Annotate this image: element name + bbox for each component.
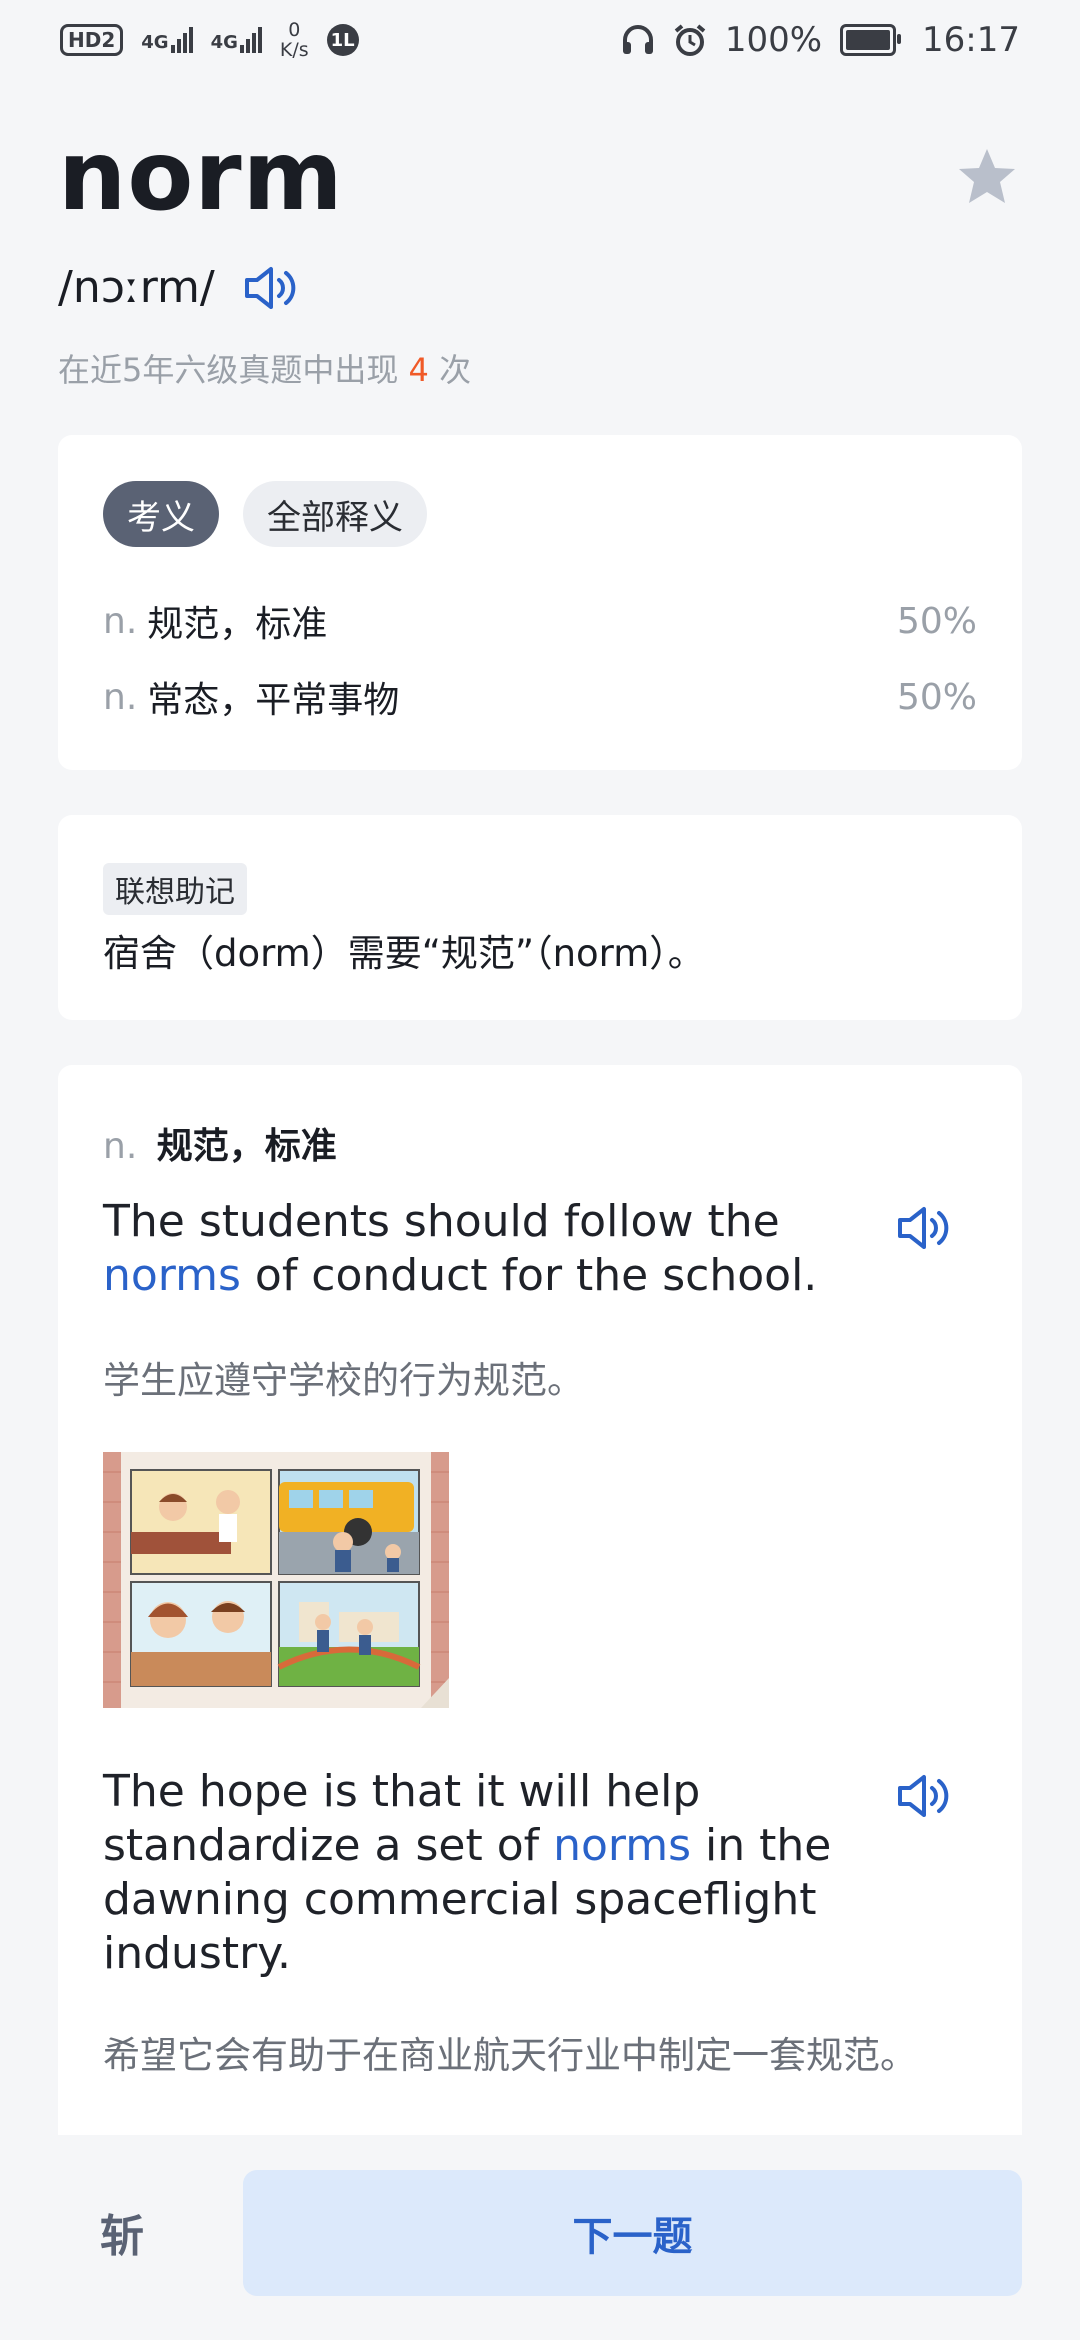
phonetic-text: /nɔːrm/	[58, 262, 215, 313]
tab-all-meanings[interactable]: 全部释义	[243, 481, 427, 547]
skip-button[interactable]: 斩	[100, 2200, 144, 2264]
mnemonic-card: 联想助记 宿舍（dorm）需要“规范”（norm）。	[58, 815, 1022, 1020]
mnemonic-tag: 联想助记	[103, 863, 247, 915]
headphones-icon	[622, 25, 653, 54]
example-sentence-en: The students should follow the norms of …	[103, 1196, 818, 1301]
phonetic-row: /nɔːrm/	[58, 262, 299, 313]
signal-icon: 4G	[141, 27, 193, 53]
definition-tabs: 考义 全部释义	[103, 481, 427, 547]
example-translation-cn: 希望它会有助于在商业航天行业中制定一套规范。	[103, 2034, 917, 2077]
part-of-speech: n.	[103, 1126, 138, 1167]
example-sentence-en: The hope is that it will help standardiz…	[103, 1766, 832, 1979]
battery-icon	[840, 24, 902, 56]
star-icon[interactable]	[955, 145, 1019, 209]
tab-exam-meaning[interactable]: 考义	[103, 481, 219, 547]
highlighted-word: norms	[553, 1820, 692, 1871]
part-of-speech: n.	[103, 676, 138, 718]
word-title: norm	[58, 120, 344, 232]
speaker-icon[interactable]	[896, 1203, 952, 1253]
exam-count: 4	[408, 351, 429, 389]
example-meaning: 规范，标准	[156, 1126, 337, 1167]
network-speed: 0 K/s	[279, 19, 309, 61]
clock: 16:17	[922, 20, 1020, 60]
alarm-icon	[674, 24, 706, 56]
status-left: HD2 4G 4G 0 K/s 1L	[60, 20, 359, 60]
status-right: 100% 16:17	[621, 20, 1020, 60]
exam-frequency-note: 在近5年六级真题中出现 4 次	[58, 351, 472, 389]
definition-meaning: 常态，平常事物	[147, 680, 400, 721]
example-translation-cn: 学生应遵守学校的行为规范。	[103, 1359, 584, 1402]
speaker-icon[interactable]	[243, 263, 299, 313]
example-illustration	[103, 1452, 449, 1708]
definition-percentage: 50%	[896, 600, 977, 642]
example-card: n. 规范，标准 The students should follow the …	[58, 1065, 1022, 2135]
highlighted-word: norms	[103, 1250, 241, 1301]
signal-icon-2: 4G	[211, 27, 262, 53]
example-heading: n. 规范，标准	[103, 1117, 337, 1169]
hd-icon: HD2	[60, 24, 124, 56]
definition-meaning: 规范，标准	[147, 604, 328, 645]
definition-row: n. 规范，标准 50%	[103, 595, 977, 647]
definition-card: 考义 全部释义 n. 规范，标准 50% n. 常态，平常事物 50%	[58, 435, 1022, 770]
mnemonic-text: 宿舍（dorm）需要“规范”（norm）。	[103, 932, 705, 975]
notification-badge-icon: 1L	[326, 24, 359, 56]
next-question-button[interactable]: 下一题	[243, 2170, 1022, 2296]
status-bar: HD2 4G 4G 0 K/s 1L 100% 16:17	[0, 0, 1080, 80]
battery-percent: 100%	[724, 20, 823, 60]
part-of-speech: n.	[103, 600, 138, 642]
definition-row: n. 常态，平常事物 50%	[103, 671, 977, 723]
definition-percentage: 50%	[896, 676, 977, 718]
speaker-icon[interactable]	[896, 1771, 952, 1821]
